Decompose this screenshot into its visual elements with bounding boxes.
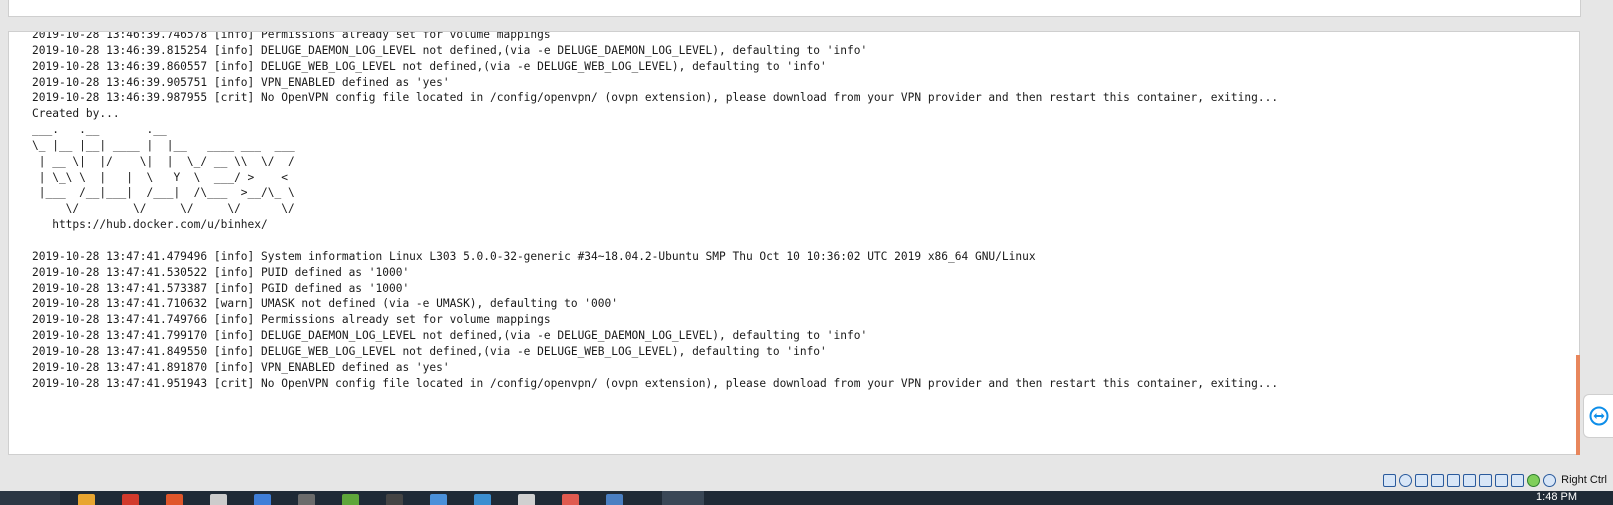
log-line: \/ \/ \/ \/ \/ <box>32 202 295 216</box>
app-grey-icon[interactable] <box>298 494 315 505</box>
usb-icon[interactable] <box>1447 473 1461 487</box>
app-blue-icon[interactable] <box>254 494 271 505</box>
log-line: | \_\ \ | | \ Y \ ___/ > < <box>32 170 288 184</box>
log-line: 2019-10-28 13:47:41.891870 [info] VPN_EN… <box>32 360 450 374</box>
app-orange-icon[interactable] <box>562 494 579 505</box>
log-line: |___ /__|___| /___| /\___ >__/\_ \ <box>32 186 295 200</box>
optical-drive-icon[interactable] <box>1399 473 1413 487</box>
start-button[interactable] <box>0 491 60 505</box>
hard-disk-icon[interactable] <box>1383 473 1397 487</box>
virtualbox-icon[interactable] <box>606 494 623 505</box>
keyboard-capture-icon[interactable] <box>1543 473 1557 487</box>
mouse-integration-icon[interactable] <box>1527 473 1541 487</box>
audio-icon[interactable] <box>1415 473 1429 487</box>
log-output-panel[interactable]: 2019-10-28 13:46:39.746578 [info] Permis… <box>8 31 1580 455</box>
log-line: ___. .__ .__ <box>32 123 167 137</box>
window-app-icon[interactable] <box>474 494 491 505</box>
network-icon[interactable] <box>1431 473 1445 487</box>
video-capture-icon[interactable] <box>1495 473 1509 487</box>
log-line: 2019-10-28 13:47:41.849550 [info] DELUGE… <box>32 344 827 358</box>
log-line: Created by... <box>32 107 120 121</box>
clock[interactable]: 1:48 PM <box>1536 491 1577 503</box>
log-line: 2019-10-28 13:46:39.746578 [info] Permis… <box>32 31 551 41</box>
plant-app-icon[interactable] <box>342 494 359 505</box>
box-app-icon[interactable] <box>430 494 447 505</box>
top-panel <box>8 0 1581 17</box>
virtualbox-status-bar: Right Ctrl <box>1383 471 1607 489</box>
teamviewer-side-tab[interactable] <box>1583 394 1613 438</box>
display-icon[interactable] <box>1479 473 1493 487</box>
terminal-icon[interactable] <box>386 494 403 505</box>
log-line: https://hub.docker.com/u/binhex/ <box>32 218 268 232</box>
virtualization-icon[interactable] <box>1511 473 1525 487</box>
circle-app-icon[interactable] <box>210 494 227 505</box>
active-task-highlight <box>662 491 704 505</box>
log-line: 2019-10-28 13:46:39.860557 [info] DELUGE… <box>32 59 827 73</box>
log-line: 2019-10-28 13:47:41.710632 [warn] UMASK … <box>32 297 618 311</box>
app-red-icon[interactable] <box>122 494 139 505</box>
log-line: 2019-10-28 13:46:39.987955 [crit] No Ope… <box>32 91 1279 105</box>
log-line: 2019-10-28 13:47:41.573387 [info] PGID d… <box>32 281 410 295</box>
log-line: \_ |__ |__| ____ | |__ ____ ___ ___ <box>32 138 295 152</box>
browser-icon[interactable] <box>166 494 183 505</box>
log-lines: 2019-10-28 13:46:39.746578 [info] Permis… <box>32 31 1279 391</box>
document-app-icon[interactable] <box>518 494 535 505</box>
log-line: | __ \| |/ \| | \_/ __ \\ \/ / <box>32 154 295 168</box>
log-line: 2019-10-28 13:47:41.530522 [info] PUID d… <box>32 265 410 279</box>
log-line: 2019-10-28 13:47:41.479496 [info] System… <box>32 249 1036 263</box>
log-line: 2019-10-28 13:47:41.799170 [info] DELUGE… <box>32 329 868 343</box>
log-line: 2019-10-28 13:47:41.951943 [crit] No Ope… <box>32 376 1279 390</box>
host-key-label: Right Ctrl <box>1561 474 1607 486</box>
log-line: 2019-10-28 13:47:41.749766 [info] Permis… <box>32 313 551 327</box>
shared-folders-icon[interactable] <box>1463 473 1477 487</box>
file-manager-icon[interactable] <box>78 494 95 505</box>
log-line: 2019-10-28 13:46:39.815254 [info] DELUGE… <box>32 43 868 57</box>
taskbar: 1:48 PM <box>0 491 1613 505</box>
scrollbar-thumb[interactable] <box>1576 355 1580 455</box>
log-line: 2019-10-28 13:46:39.905751 [info] VPN_EN… <box>32 75 450 89</box>
teamviewer-icon <box>1589 406 1608 426</box>
